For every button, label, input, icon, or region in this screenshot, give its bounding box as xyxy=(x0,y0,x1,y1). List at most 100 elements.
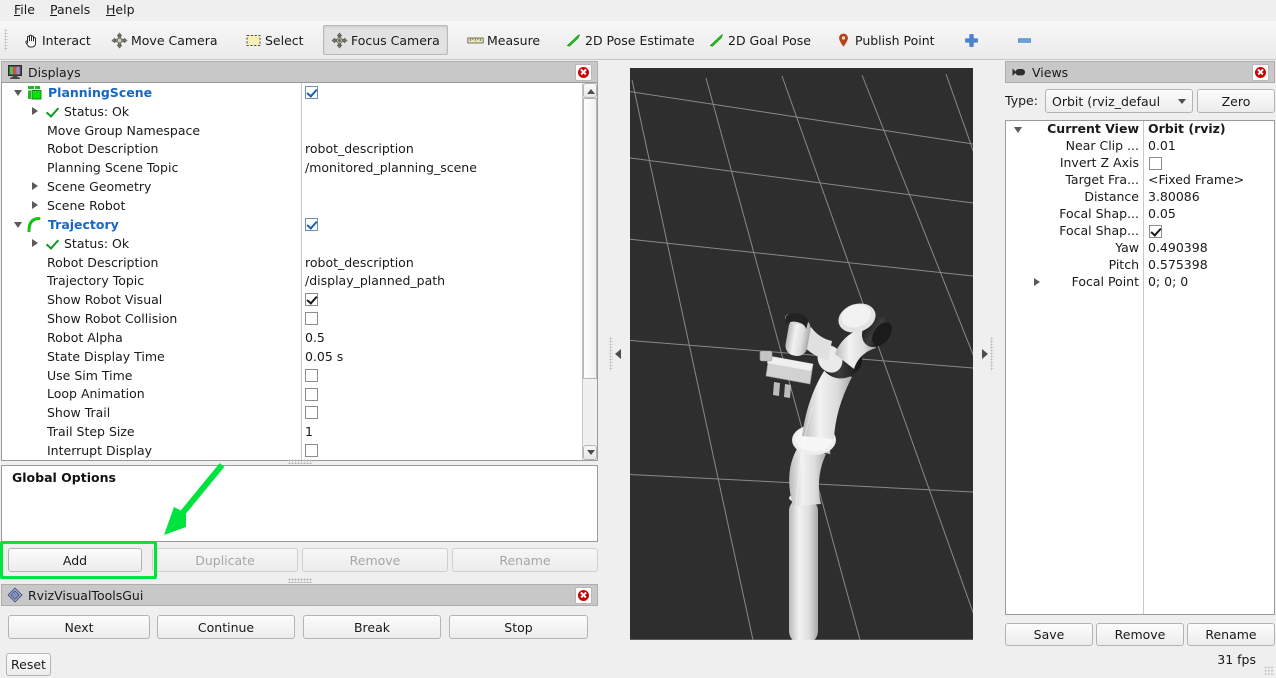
displays-tree-row[interactable]: Loop Animation xyxy=(2,385,582,404)
chevron-down-icon[interactable] xyxy=(14,221,22,228)
tool-publish-point[interactable]: Publish Point xyxy=(827,25,943,55)
views-tree-row[interactable]: Invert Z Axis xyxy=(1006,155,1274,172)
views-tree-row[interactable]: Focal Point 0; 0; 0 xyxy=(1006,274,1274,291)
tool-interact[interactable]: Interact xyxy=(14,25,99,55)
displays-splitter-handle[interactable] xyxy=(288,459,312,464)
remove-tool-button[interactable] xyxy=(1008,25,1041,55)
displays-row-value[interactable]: robot_description xyxy=(305,141,414,156)
views-row-value[interactable]: 0.01 xyxy=(1148,138,1176,153)
chevron-right-icon[interactable] xyxy=(32,182,38,191)
displays-tree-row[interactable]: PlanningScene xyxy=(2,83,582,102)
displays-row-value[interactable]: 1 xyxy=(305,424,313,439)
displays-tree-row[interactable]: Trajectory xyxy=(2,215,582,234)
displays-tree-row[interactable]: Show Trail xyxy=(2,403,582,422)
views-row-value[interactable]: Orbit (rviz) xyxy=(1148,121,1226,136)
displays-tree-row[interactable]: Interrupt Display xyxy=(2,441,582,460)
views-row-checkbox[interactable] xyxy=(1149,157,1162,170)
tool-measure[interactable]: Measure xyxy=(459,25,548,55)
views-row-value[interactable]: 3.80086 xyxy=(1148,189,1200,204)
displays-row-checkbox[interactable] xyxy=(305,86,318,99)
views-tree-row[interactable]: Pitch 0.575398 xyxy=(1006,257,1274,274)
displays-scrollbar[interactable] xyxy=(582,83,597,460)
reset-button[interactable]: Reset xyxy=(6,653,51,676)
displays-row-value[interactable]: robot_description xyxy=(305,255,414,270)
3d-render-view[interactable] xyxy=(630,68,973,640)
scroll-up-icon[interactable] xyxy=(583,83,597,98)
displays-tree-row[interactable]: Show Robot Collision xyxy=(2,309,582,328)
views-tree-row[interactable]: Focal Shap... xyxy=(1006,223,1274,240)
displays-row-checkbox[interactable] xyxy=(305,293,318,307)
views-close-icon[interactable] xyxy=(1252,63,1269,81)
continue-button[interactable]: Continue xyxy=(157,615,295,639)
chevron-right-icon[interactable] xyxy=(32,238,38,247)
displays-row-checkbox[interactable] xyxy=(305,368,318,382)
views-row-value[interactable]: 0; 0; 0 xyxy=(1148,274,1188,289)
views-row-value[interactable]: 0.575398 xyxy=(1148,257,1208,272)
remove-view-button[interactable]: Remove xyxy=(1096,623,1184,646)
views-tree-row[interactable]: Near Clip ... 0.01 xyxy=(1006,138,1274,155)
panel-splitter-handle[interactable] xyxy=(288,578,312,583)
stop-button[interactable]: Stop xyxy=(449,615,588,639)
displays-tree-row[interactable]: Move Group Namespace xyxy=(2,121,582,140)
right-panel-collapse-handle[interactable] xyxy=(981,68,997,640)
displays-tree-row[interactable]: Robot Alpha 0.5 xyxy=(2,328,582,347)
window-resize-grip[interactable] xyxy=(1264,666,1274,676)
views-tree-row[interactable]: Target Fra... <Fixed Frame> xyxy=(1006,172,1274,189)
displays-row-checkbox[interactable] xyxy=(305,387,318,401)
chevron-right-icon[interactable] xyxy=(32,201,38,210)
tool-focus-camera[interactable]: Focus Camera xyxy=(323,25,448,55)
views-row-value[interactable]: 0.490398 xyxy=(1148,240,1208,255)
displays-tree-row[interactable]: Trail Step Size 1 xyxy=(2,422,582,441)
scroll-down-icon[interactable] xyxy=(583,445,597,460)
displays-tree-row[interactable]: Status: Ok xyxy=(2,234,582,253)
menu-help[interactable]: Help xyxy=(100,1,141,19)
tool-select[interactable]: Select xyxy=(237,25,312,55)
displays-tree-row[interactable]: Use Sim Time xyxy=(2,366,582,385)
break-button[interactable]: Break xyxy=(303,615,441,639)
chevron-down-icon[interactable] xyxy=(14,90,22,96)
displays-row-value[interactable]: 0.05 s xyxy=(305,349,343,364)
toolbar-drag-grip[interactable] xyxy=(4,29,8,51)
menu-file[interactable]: File xyxy=(8,1,41,19)
displays-tree-row[interactable]: Robot Description robot_description xyxy=(2,140,582,159)
views-row-value[interactable]: 0.05 xyxy=(1148,206,1176,221)
displays-row-checkbox[interactable] xyxy=(305,312,318,326)
views-tree[interactable]: Current View Orbit (rviz) Near Clip ... 0.0… xyxy=(1005,120,1275,615)
views-tree-row[interactable]: Focal Shap... 0.05 xyxy=(1006,206,1274,223)
displays-tree-row[interactable]: Scene Geometry xyxy=(2,177,582,196)
views-row-value[interactable]: <Fixed Frame> xyxy=(1148,172,1244,187)
views-row-checkbox[interactable] xyxy=(1149,225,1162,238)
view-type-combobox[interactable]: Orbit (rviz_defaul xyxy=(1045,89,1193,113)
displays-tree-row[interactable]: Robot Description robot_description xyxy=(2,253,582,272)
displays-row-value[interactable]: 0.5 xyxy=(305,330,325,345)
rviz-visual-tools-close-icon[interactable] xyxy=(575,586,592,604)
left-panel-collapse-handle[interactable] xyxy=(606,68,622,640)
displays-tree-row[interactable]: Show Robot Visual xyxy=(2,290,582,309)
tool-move-camera[interactable]: Move Camera xyxy=(103,25,226,55)
displays-row-value[interactable]: /display_planned_path xyxy=(305,273,445,288)
displays-close-icon[interactable] xyxy=(575,63,592,81)
displays-tree-row[interactable]: State Display Time 0.05 s xyxy=(2,347,582,366)
views-tree-row[interactable]: Current View Orbit (rviz) xyxy=(1006,121,1274,138)
displays-row-checkbox[interactable] xyxy=(305,444,318,458)
global-options-box[interactable]: Global Options xyxy=(1,465,598,542)
views-tree-row[interactable]: Distance 3.80086 xyxy=(1006,189,1274,206)
tool-2d-goal-pose[interactable]: 2D Goal Pose xyxy=(700,25,819,55)
displays-row-checkbox[interactable] xyxy=(305,217,318,231)
save-view-button[interactable]: Save xyxy=(1005,623,1093,646)
displays-tree-row[interactable]: Trajectory Topic/display_planned_path xyxy=(2,271,582,290)
tool-2d-pose-estimate[interactable]: 2D Pose Estimate xyxy=(557,25,703,55)
views-tree-row[interactable]: Yaw 0.490398 xyxy=(1006,240,1274,257)
menu-panels[interactable]: Panels xyxy=(44,1,96,19)
next-button[interactable]: Next xyxy=(8,615,150,639)
displays-tree[interactable]: PlanningScene Status: Ok Move Group Namesp… xyxy=(1,82,598,461)
scrollbar-thumb[interactable] xyxy=(583,98,597,379)
displays-tree-row[interactable]: Planning Scene Topic/monitored_planning_… xyxy=(2,158,582,177)
displays-row-checkbox[interactable] xyxy=(305,406,318,420)
rename-view-button[interactable]: Rename xyxy=(1187,623,1275,646)
zero-button[interactable]: Zero xyxy=(1197,89,1275,113)
displays-tree-row[interactable]: Scene Robot xyxy=(2,196,582,215)
add-tool-button[interactable] xyxy=(955,25,988,55)
displays-tree-row[interactable]: Status: Ok xyxy=(2,102,582,121)
chevron-right-icon[interactable] xyxy=(32,106,38,115)
